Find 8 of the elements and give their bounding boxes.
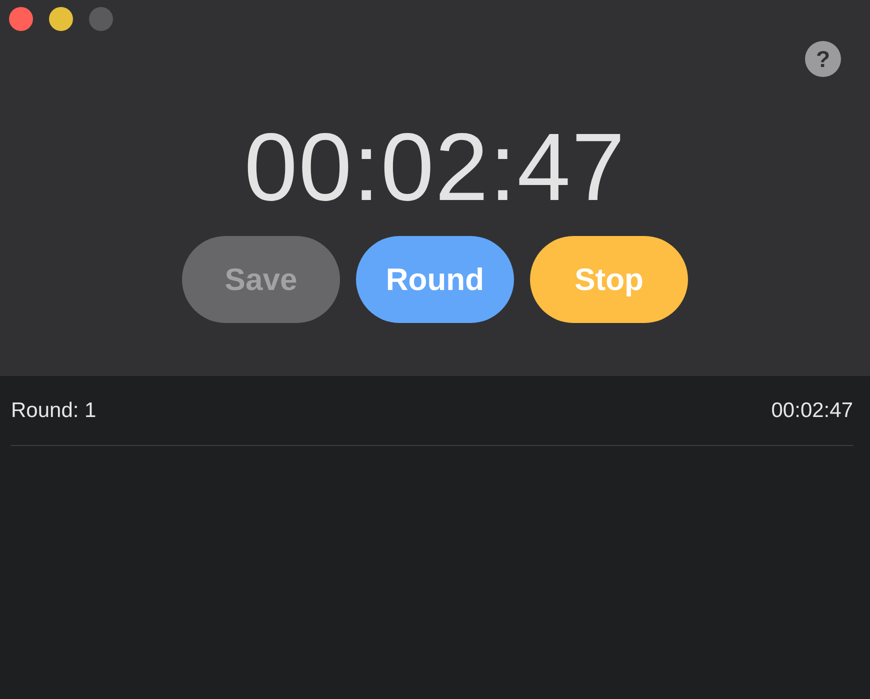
stop-button[interactable]: Stop [530,236,688,323]
help-button[interactable]: ? [805,41,841,77]
round-label: Round: 1 [11,398,96,422]
minimize-icon[interactable] [49,7,73,31]
close-icon[interactable] [9,7,33,31]
round-button[interactable]: Round [356,236,514,323]
round-time: 00:02:47 [771,398,853,422]
timer-display: 00:02:47 [244,118,626,218]
